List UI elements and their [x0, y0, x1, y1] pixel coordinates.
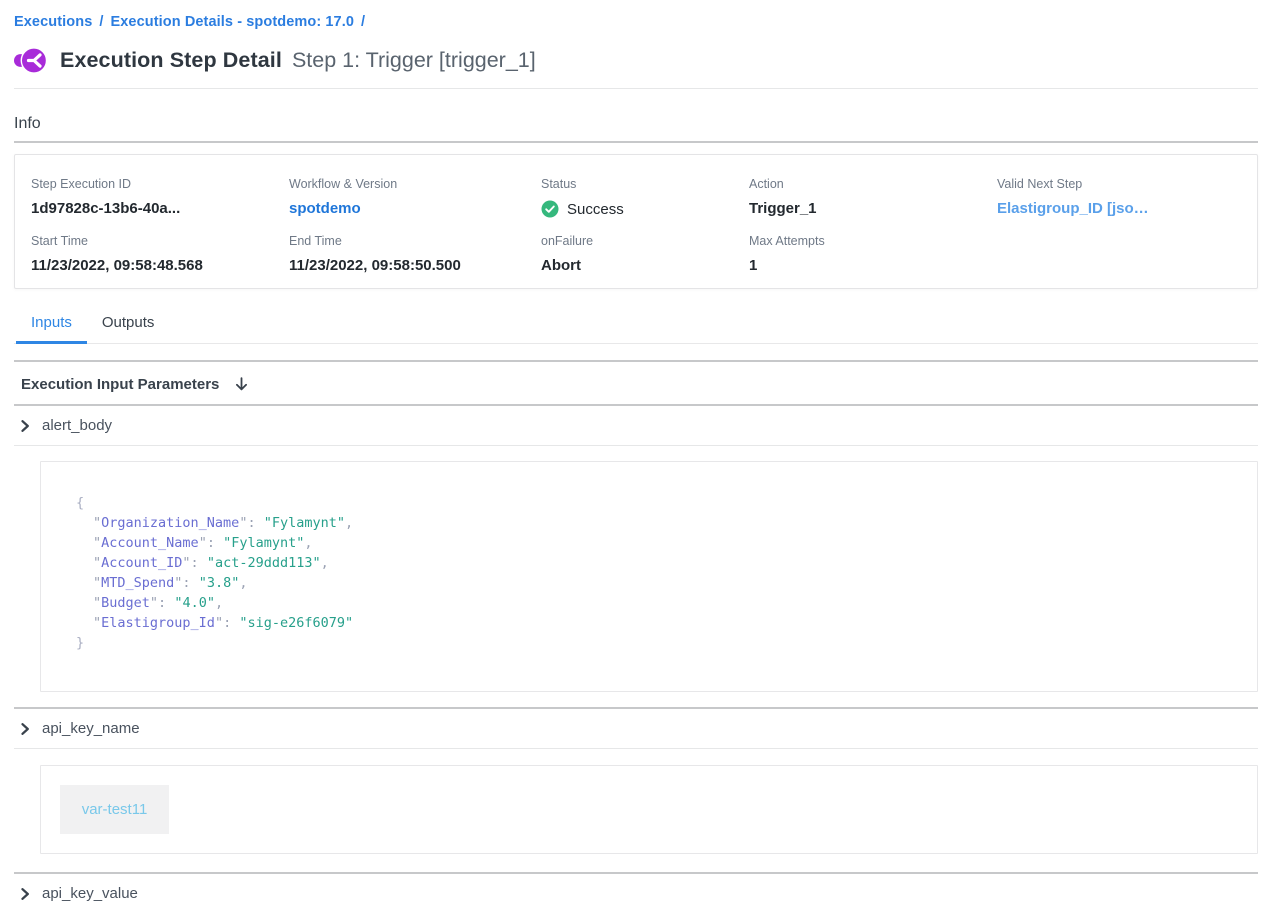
alert-body-json-panel: {"Organization_Name": "Fylamynt","Accoun… — [40, 461, 1258, 692]
field-value: Abort — [541, 257, 749, 274]
page-subtitle: Step 1: Trigger [trigger_1] — [292, 48, 536, 73]
tab-bar: Inputs Outputs — [14, 309, 1258, 344]
field-label: End Time — [289, 234, 541, 248]
field-label: Step Execution ID — [31, 177, 289, 191]
field-onfailure: onFailure Abort — [541, 234, 749, 274]
field-label: Workflow & Version — [289, 177, 541, 191]
status-text: Success — [567, 201, 624, 218]
breadcrumb: Executions / Execution Details - spotdemo:… — [14, 14, 1258, 30]
chevron-right-icon — [18, 722, 32, 736]
chevron-right-icon — [18, 887, 32, 901]
page-header: Execution Step Detail Step 1: Trigger [t… — [14, 45, 1258, 76]
breadcrumb-executions-link[interactable]: Executions — [14, 14, 92, 30]
params-title: Execution Input Parameters — [21, 376, 219, 393]
field-value: 1d97828c-13b6-40a... — [31, 200, 289, 217]
field-label: Status — [541, 177, 749, 191]
field-label: Max Attempts — [749, 234, 997, 248]
chevron-right-icon — [18, 419, 32, 433]
download-arrow-icon[interactable] — [233, 376, 250, 393]
field-value: 1 — [749, 257, 997, 274]
api-key-name-panel: var-test11 — [40, 765, 1258, 854]
param-row-alert-body[interactable]: alert_body — [14, 406, 1258, 445]
param-row-api-key-value[interactable]: api_key_value — [14, 874, 1258, 913]
field-status: Status Success — [541, 177, 749, 218]
field-end-time: End Time 11/23/2022, 09:58:50.500 — [289, 234, 541, 274]
json-code: {"Organization_Name": "Fylamynt","Accoun… — [76, 493, 1222, 653]
field-label: Action — [749, 177, 997, 191]
divider — [14, 445, 1258, 446]
field-valid-next-step: Valid Next Step Elastigroup_ID [jso… — [997, 177, 1241, 218]
tab-outputs[interactable]: Outputs — [87, 309, 170, 344]
info-section-heading: Info — [14, 115, 1258, 133]
field-label: Start Time — [31, 234, 289, 248]
param-name: api_key_name — [42, 720, 140, 737]
breadcrumb-separator: / — [361, 14, 365, 30]
field-label: onFailure — [541, 234, 749, 248]
info-card: Step Execution ID 1d97828c-13b6-40a... W… — [14, 154, 1258, 289]
breadcrumb-execution-details-link[interactable]: Execution Details - spotdemo: 17.0 — [111, 14, 355, 30]
api-key-name-value: var-test11 — [60, 785, 169, 834]
divider — [14, 88, 1258, 89]
field-workflow-version: Workflow & Version spotdemo — [289, 177, 541, 218]
tab-inputs[interactable]: Inputs — [16, 309, 87, 344]
breadcrumb-separator: / — [99, 14, 103, 30]
execution-input-parameters-header: Execution Input Parameters — [14, 362, 1258, 404]
workflow-link[interactable]: spotdemo — [289, 200, 541, 217]
status-badge: Success — [541, 200, 749, 218]
field-label: Valid Next Step — [997, 177, 1241, 191]
field-start-time: Start Time 11/23/2022, 09:58:48.568 — [31, 234, 289, 274]
brand-logo-icon — [14, 45, 47, 76]
param-name: alert_body — [42, 417, 112, 434]
field-action: Action Trigger_1 — [749, 177, 997, 218]
param-row-api-key-name[interactable]: api_key_name — [14, 709, 1258, 748]
field-max-attempts: Max Attempts 1 — [749, 234, 997, 274]
divider — [14, 748, 1258, 749]
valid-next-step-link[interactable]: Elastigroup_ID [jso… — [997, 200, 1241, 217]
success-check-icon — [541, 200, 559, 218]
execution-step-detail-page: Executions / Execution Details - spotdemo:… — [0, 0, 1272, 913]
divider — [14, 141, 1258, 143]
field-value: 11/23/2022, 09:58:50.500 — [289, 257, 541, 274]
field-value: Trigger_1 — [749, 200, 997, 217]
field-value: 11/23/2022, 09:58:48.568 — [31, 257, 289, 274]
param-name: api_key_value — [42, 885, 138, 902]
field-step-execution-id: Step Execution ID 1d97828c-13b6-40a... — [31, 177, 289, 218]
page-title: Execution Step Detail — [60, 48, 282, 73]
